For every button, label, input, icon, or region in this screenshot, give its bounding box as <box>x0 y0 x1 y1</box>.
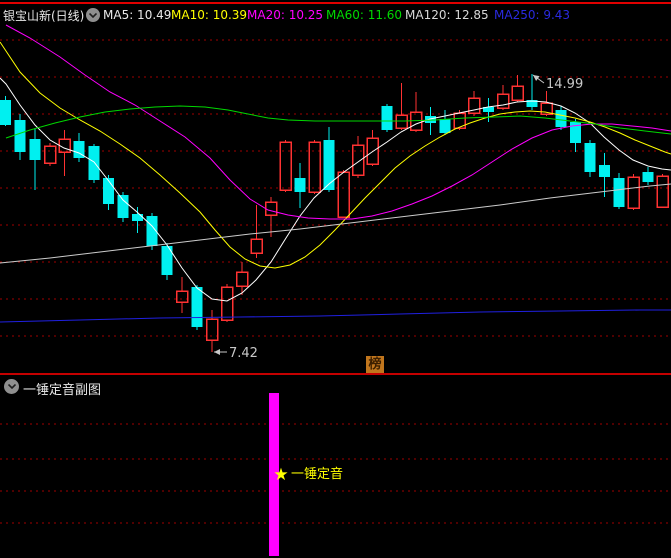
candle-up <box>264 201 278 216</box>
candle-down <box>642 172 654 182</box>
candle-up <box>351 144 365 176</box>
signal-star-icon: ★ <box>273 465 288 485</box>
candle-down <box>613 178 625 207</box>
signal-label: 一锤定音 <box>291 466 343 482</box>
candle-up <box>250 238 263 254</box>
ma20-label: MA20: 10.25 <box>247 8 324 22</box>
collapse-indicator-button[interactable] <box>4 379 19 394</box>
candle-up <box>175 290 189 303</box>
candle-up <box>337 171 350 218</box>
candle-down <box>132 214 143 221</box>
candle-up <box>205 318 219 341</box>
candle-down <box>0 100 11 125</box>
price-annotation: 7.42 <box>229 346 258 361</box>
stock-app-window: 银宝山新(日线) MA5: 10.49 MA10: 10.39 MA20: 10… <box>0 0 671 558</box>
window-top-accent <box>0 2 671 4</box>
ma-line-ma5 <box>0 77 671 302</box>
candlestick-chart[interactable]: 7.42 14.99 ★ 一锤定音 <box>0 0 671 558</box>
rank-badge[interactable]: 榜 <box>366 356 384 373</box>
chevron-down-icon <box>89 12 97 18</box>
ma120-label: MA120: 12.85 <box>405 8 489 22</box>
ma-line-ma250 <box>0 309 671 323</box>
candle-up <box>656 175 669 208</box>
chevron-down-icon <box>7 384 16 389</box>
candle-down <box>584 143 596 172</box>
candle-up <box>220 286 234 321</box>
ma-line-ma10 <box>0 41 671 269</box>
candle-down <box>88 146 100 180</box>
annotation-arrowhead <box>214 349 220 355</box>
candle-up <box>511 85 524 101</box>
collapse-main-chart-button[interactable] <box>86 8 100 22</box>
ma5-label: MA5: 10.49 <box>103 8 172 22</box>
candle-up <box>235 271 249 287</box>
candle-down <box>381 106 393 130</box>
candle-up <box>279 141 292 191</box>
indicator-title: 一锤定音副图 <box>23 383 102 398</box>
candle-down <box>599 165 610 177</box>
stock-title[interactable]: 银宝山新(日线) <box>3 7 84 24</box>
candle-down <box>439 119 451 133</box>
ma60-label: MA60: 11.60 <box>326 8 403 22</box>
candle-down <box>29 139 41 160</box>
candle-down <box>425 116 436 123</box>
candle-up <box>308 141 321 193</box>
candle-down <box>117 195 129 218</box>
candle-down <box>14 120 26 152</box>
annotation-arrowhead <box>533 75 540 81</box>
candle-up <box>43 145 57 164</box>
candle-down <box>323 140 335 190</box>
panel-separator[interactable] <box>0 373 671 375</box>
candle-down <box>294 178 306 192</box>
ma10-label: MA10: 10.39 <box>171 8 248 22</box>
candle-up <box>627 176 640 209</box>
candle-down <box>191 287 203 327</box>
candle-down <box>103 178 114 204</box>
candle-up <box>58 138 71 153</box>
ma250-label: MA250: 9.43 <box>494 8 571 22</box>
ma-line-ma120 <box>0 183 671 264</box>
candle-down <box>555 110 567 127</box>
price-annotation: 14.99 <box>546 77 583 92</box>
